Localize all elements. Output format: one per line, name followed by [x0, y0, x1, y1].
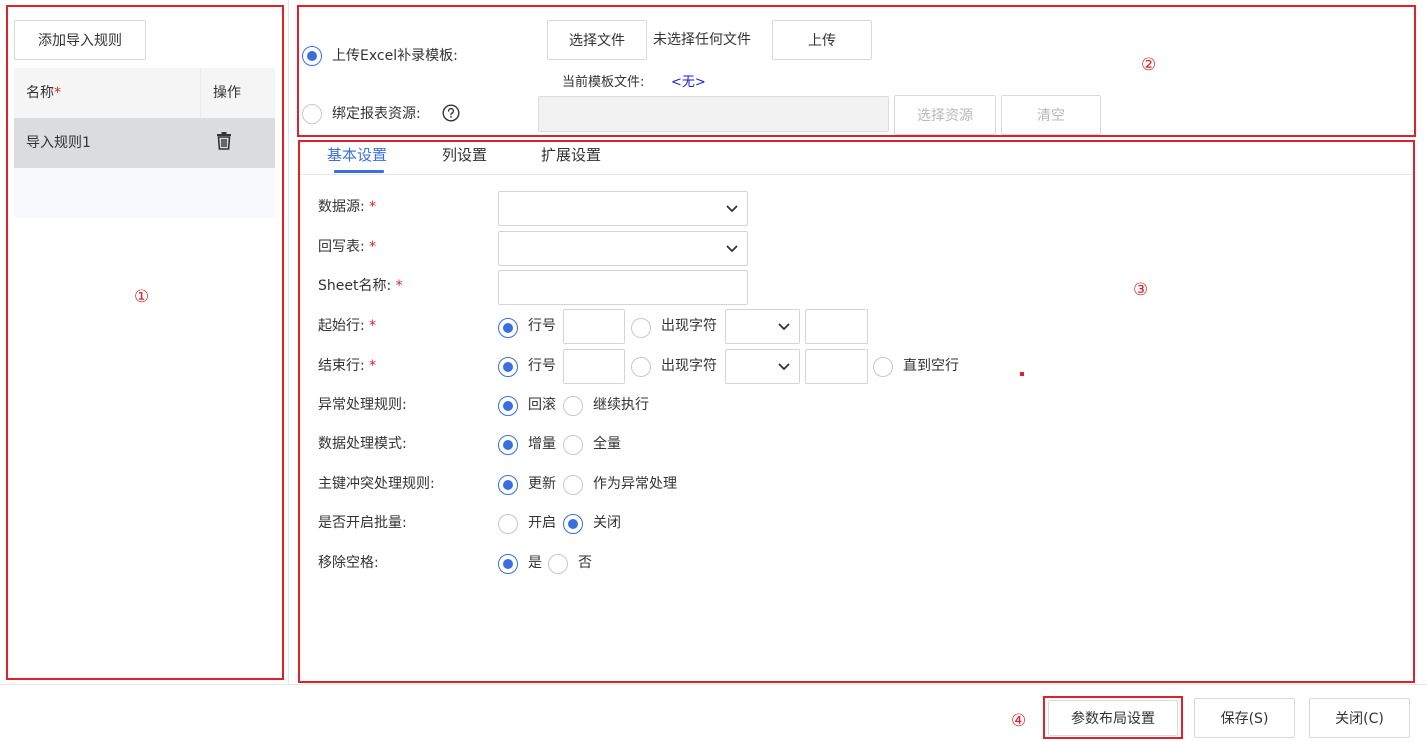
- batch-label: 是否开启批量:: [318, 515, 407, 531]
- active-tab-indicator: [334, 170, 384, 173]
- exception-rule-label: 异常处理规则:: [318, 397, 407, 413]
- update-label: 更新: [528, 476, 556, 492]
- increment-label: 增量: [528, 436, 556, 452]
- chevron-down-icon: [726, 204, 738, 212]
- batch-open-radio[interactable]: [498, 514, 518, 534]
- as-exception-label: 作为异常处理: [593, 476, 677, 492]
- start-row-char-input[interactable]: [805, 309, 868, 344]
- start-row-label: 起始行: *: [318, 318, 377, 334]
- tab-basic-settings[interactable]: 基本设置: [327, 145, 387, 165]
- annotation-3: ③: [1133, 280, 1149, 300]
- start-row-char-label: 出现字符: [661, 318, 717, 334]
- start-row-number-label: 行号: [528, 318, 556, 334]
- column-header-action: 操作: [213, 85, 241, 101]
- writeback-table-select[interactable]: [498, 231, 748, 266]
- trim-yes-label: 是: [528, 555, 542, 571]
- datasource-label: 数据源: *: [318, 199, 377, 215]
- full-radio[interactable]: [563, 435, 583, 455]
- batch-open-label: 开启: [528, 515, 556, 531]
- start-row-number-input[interactable]: [563, 309, 625, 344]
- choose-resource-button[interactable]: 选择资源: [894, 95, 996, 135]
- data-mode-label: 数据处理模式:: [318, 436, 407, 452]
- annotation-4: ④: [1011, 711, 1027, 731]
- trim-spaces-label: 移除空格:: [318, 555, 379, 571]
- annotation-1: ①: [134, 287, 150, 307]
- end-row-until-empty-label: 直到空行: [903, 358, 959, 374]
- rollback-label: 回滚: [528, 397, 556, 413]
- chevron-down-icon: [726, 244, 738, 252]
- datasource-select[interactable]: [498, 191, 748, 226]
- writeback-table-label: 回写表: *: [318, 239, 377, 255]
- param-layout-button[interactable]: 参数布局设置: [1048, 700, 1178, 736]
- continue-label: 继续执行: [593, 397, 649, 413]
- pk-conflict-label: 主键冲突处理规则:: [318, 476, 435, 492]
- end-row-label: 结束行: *: [318, 358, 377, 374]
- bind-resource-label: 绑定报表资源:: [332, 106, 421, 122]
- close-button[interactable]: 关闭(C): [1309, 698, 1410, 738]
- tab-bar-divider: [300, 174, 1412, 175]
- upload-excel-radio[interactable]: [302, 46, 322, 66]
- start-row-char-radio[interactable]: [631, 318, 651, 338]
- empty-row: [14, 168, 275, 218]
- end-row-char-input[interactable]: [805, 349, 868, 384]
- upload-excel-label: 上传Excel补录模板:: [332, 48, 458, 64]
- resource-path-field: [538, 96, 889, 132]
- column-header-name: 名称*: [26, 85, 61, 101]
- upload-button[interactable]: 上传: [772, 20, 872, 60]
- annotation-box-3: [298, 140, 1415, 683]
- sheet-name-input[interactable]: [498, 270, 748, 305]
- start-row-char-select[interactable]: [725, 309, 800, 344]
- end-row-until-empty-radio[interactable]: [873, 357, 893, 377]
- full-label: 全量: [593, 436, 621, 452]
- batch-close-label: 关闭: [593, 515, 621, 531]
- no-file-text: 未选择任何文件: [653, 32, 751, 48]
- end-row-char-label: 出现字符: [661, 358, 717, 374]
- update-radio[interactable]: [498, 475, 518, 495]
- tab-extended-settings[interactable]: 扩展设置: [541, 145, 601, 165]
- increment-radio[interactable]: [498, 435, 518, 455]
- trim-no-label: 否: [578, 555, 592, 571]
- add-import-rule-button[interactable]: 添加导入规则: [14, 20, 146, 60]
- end-row-number-input[interactable]: [563, 349, 625, 384]
- current-template-label: 当前模板文件:: [562, 75, 645, 90]
- current-template-value: <无>: [671, 75, 706, 90]
- end-row-char-select[interactable]: [725, 349, 800, 384]
- rule-name-cell: 导入规则1: [26, 135, 91, 151]
- end-row-number-radio[interactable]: [498, 357, 518, 377]
- trash-icon[interactable]: [214, 131, 234, 151]
- red-dot-mark: [1020, 372, 1024, 376]
- rollback-radio[interactable]: [498, 396, 518, 416]
- end-row-number-label: 行号: [528, 358, 556, 374]
- sheet-name-label: Sheet名称: *: [318, 278, 403, 294]
- trim-no-radio[interactable]: [548, 554, 568, 574]
- question-circle-icon[interactable]: [442, 104, 460, 122]
- annotation-2: ②: [1141, 55, 1157, 75]
- footer-divider: [0, 684, 1427, 685]
- batch-close-radio[interactable]: [563, 514, 583, 534]
- save-button[interactable]: 保存(S): [1194, 698, 1295, 738]
- as-exception-radio[interactable]: [563, 475, 583, 495]
- continue-radio[interactable]: [563, 396, 583, 416]
- choose-file-button[interactable]: 选择文件: [547, 20, 647, 60]
- chevron-down-icon: [778, 362, 790, 370]
- trim-yes-radio[interactable]: [498, 554, 518, 574]
- end-row-char-radio[interactable]: [631, 357, 651, 377]
- bind-resource-radio[interactable]: [302, 104, 322, 124]
- clear-button[interactable]: 清空: [1001, 95, 1101, 135]
- start-row-number-radio[interactable]: [498, 318, 518, 338]
- chevron-down-icon: [778, 322, 790, 330]
- tab-column-settings[interactable]: 列设置: [442, 145, 487, 165]
